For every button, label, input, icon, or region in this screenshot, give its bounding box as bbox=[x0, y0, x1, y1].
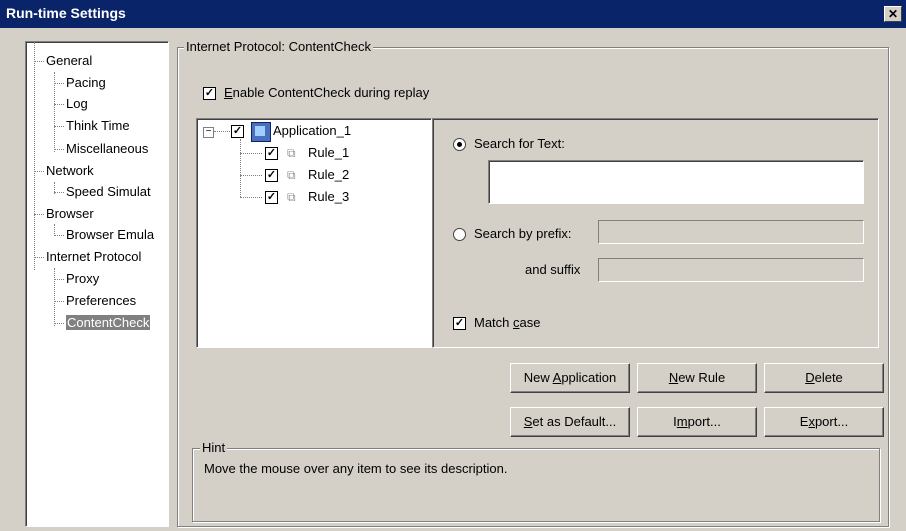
rule-icon: ⧉ bbox=[287, 168, 296, 182]
tree-item-log[interactable]: Log bbox=[66, 96, 88, 111]
application-checkbox[interactable]: ✓ bbox=[231, 125, 244, 138]
tree-item-internet-protocol[interactable]: Internet Protocol bbox=[46, 249, 141, 264]
and-suffix-label: and suffix bbox=[525, 262, 581, 277]
match-case-checkbox[interactable]: ✓ bbox=[453, 317, 466, 330]
rule-1-checkbox[interactable]: ✓ bbox=[265, 147, 278, 160]
hint-title: Hint bbox=[200, 440, 228, 455]
application-icon bbox=[251, 122, 271, 142]
rule-1-label[interactable]: Rule_1 bbox=[308, 145, 349, 160]
hint-group bbox=[192, 448, 880, 522]
hint-text: Move the mouse over any item to see its … bbox=[204, 461, 508, 476]
new-application-button[interactable]: New Application bbox=[510, 363, 630, 393]
rule-2-label[interactable]: Rule_2 bbox=[308, 167, 349, 182]
title-bar: Run-time Settings ✕ bbox=[0, 0, 906, 28]
group-title: Internet Protocol: ContentCheck bbox=[184, 39, 373, 54]
set-as-default-button[interactable]: Set as Default... bbox=[510, 407, 630, 437]
new-rule-button[interactable]: New Rule bbox=[637, 363, 757, 393]
tree-item-think-time[interactable]: Think Time bbox=[66, 118, 130, 133]
rules-tree[interactable]: − ✓ Application_1 ✓ ⧉ Rule_1 ✓ ⧉ Rule_2 … bbox=[196, 118, 432, 348]
search-text-input[interactable] bbox=[488, 160, 864, 204]
rule-3-checkbox[interactable]: ✓ bbox=[265, 191, 278, 204]
window-title: Run-time Settings bbox=[6, 5, 126, 21]
tree-item-proxy[interactable]: Proxy bbox=[66, 271, 99, 286]
suffix-input[interactable] bbox=[598, 258, 864, 282]
tree-item-pacing[interactable]: Pacing bbox=[66, 75, 106, 90]
application-label[interactable]: Application_1 bbox=[273, 123, 351, 138]
search-by-prefix-label: Search by prefix: bbox=[474, 226, 572, 241]
tree-item-network[interactable]: Network bbox=[46, 163, 94, 178]
match-case-label: Match case bbox=[474, 315, 541, 330]
tree-item-speed-simulation[interactable]: Speed Simulat bbox=[66, 184, 151, 199]
tree-item-browser-emulation[interactable]: Browser Emula bbox=[66, 227, 154, 242]
rule-2-checkbox[interactable]: ✓ bbox=[265, 169, 278, 182]
rule-icon: ⧉ bbox=[287, 190, 296, 204]
rule-3-label[interactable]: Rule_3 bbox=[308, 189, 349, 204]
search-for-text-label: Search for Text: bbox=[474, 136, 565, 151]
search-by-prefix-radio[interactable] bbox=[453, 228, 466, 241]
enable-contentcheck-label: Enable ContentCheck during replay bbox=[224, 85, 430, 100]
settings-tree[interactable]: General Pacing Log Think Time Miscellane… bbox=[25, 41, 169, 527]
rule-icon: ⧉ bbox=[287, 146, 296, 160]
export-button[interactable]: Export... bbox=[764, 407, 884, 437]
tree-item-miscellaneous[interactable]: Miscellaneous bbox=[66, 141, 148, 156]
tree-item-contentcheck[interactable]: ContentCheck bbox=[66, 315, 151, 330]
close-icon[interactable]: ✕ bbox=[884, 6, 902, 22]
delete-button[interactable]: Delete bbox=[764, 363, 884, 393]
tree-item-preferences[interactable]: Preferences bbox=[66, 293, 136, 308]
import-button[interactable]: Import... bbox=[637, 407, 757, 437]
search-for-text-radio[interactable] bbox=[453, 138, 466, 151]
enable-contentcheck-checkbox[interactable]: ✓ bbox=[203, 87, 216, 100]
tree-item-browser[interactable]: Browser bbox=[46, 206, 94, 221]
tree-item-general[interactable]: General bbox=[46, 53, 92, 68]
collapse-icon[interactable]: − bbox=[203, 127, 214, 138]
prefix-input[interactable] bbox=[598, 220, 864, 244]
